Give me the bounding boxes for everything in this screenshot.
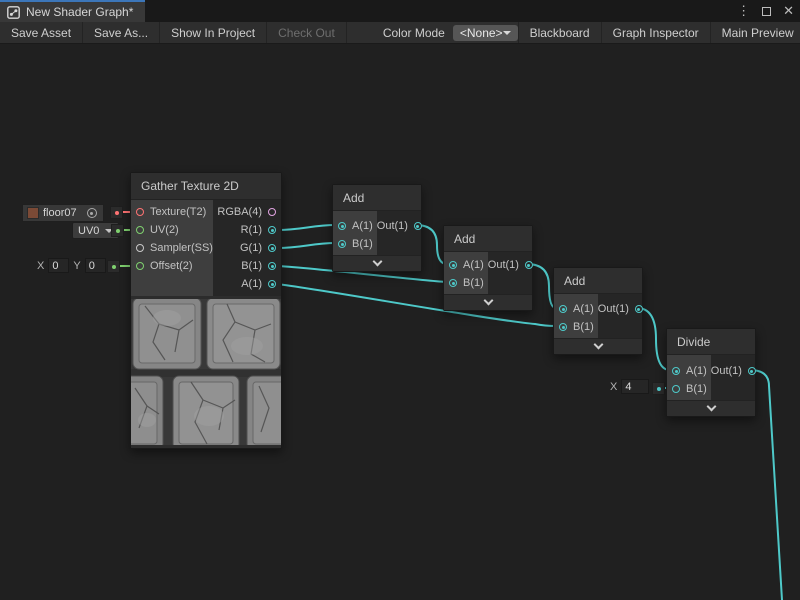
port-b-input[interactable] (559, 323, 567, 331)
port-g-output[interactable] (268, 244, 276, 252)
divisor-field[interactable]: 4 (621, 379, 649, 394)
uv-connector[interactable] (111, 224, 124, 237)
main-preview-button[interactable]: Main Preview (710, 22, 800, 43)
tab-title: New Shader Graph* (26, 5, 133, 19)
node-title[interactable]: Gather Texture 2D (131, 173, 281, 200)
port-out-output[interactable] (414, 222, 422, 230)
port-a-input[interactable] (672, 367, 680, 375)
object-picker-icon[interactable] (87, 208, 97, 218)
color-mode-dropdown[interactable]: <None> (453, 25, 518, 41)
port-a-input[interactable] (559, 305, 567, 313)
chevron-down-icon (593, 340, 603, 350)
port-rgba-output[interactable] (268, 208, 276, 216)
offset-connector[interactable] (107, 260, 120, 273)
divisor-float-widget: X 4 (606, 379, 649, 394)
port-a-input[interactable] (338, 222, 346, 230)
check-out-button: Check Out (267, 22, 347, 43)
tab-shader-graph[interactable]: New Shader Graph* (0, 0, 145, 22)
edge-g-add1b[interactable] (277, 243, 336, 248)
port-b-output[interactable] (268, 262, 276, 270)
port-out-output[interactable] (525, 261, 533, 269)
close-icon[interactable]: ✕ (783, 3, 794, 19)
edge-r-add1a[interactable] (277, 225, 336, 230)
color-mode-value: <None> (460, 26, 503, 40)
port-out-output[interactable] (748, 367, 756, 375)
preview-toggle[interactable] (333, 255, 421, 271)
port-a-input[interactable] (449, 261, 457, 269)
offset-vector2-widget: X 0 Y 0 (33, 258, 106, 273)
shader-graph-canvas[interactable]: floor07 UV0 X 0 Y 0 X 4 Gather Texture 2… (0, 0, 800, 600)
divisor-connector[interactable] (652, 382, 665, 395)
port-uv-input[interactable] (136, 226, 144, 234)
port-a-output[interactable] (268, 280, 276, 288)
shader-graph-icon (7, 6, 20, 19)
divisor-x-label: X (610, 381, 617, 393)
maximize-icon[interactable] (762, 7, 771, 16)
offset-x-label: X (37, 260, 44, 272)
window-chrome: New Shader Graph* ⋮ ✕ Save Asset Save As… (0, 0, 800, 44)
tab-bar: New Shader Graph* ⋮ ✕ (0, 0, 800, 22)
node-gather-texture-2d[interactable]: Gather Texture 2D Texture(T2) UV(2) Samp… (130, 172, 282, 449)
port-texture-input[interactable] (136, 208, 144, 216)
uv-channel-value: UV0 (78, 225, 99, 237)
node-add-3[interactable]: Add A(1) B(1) Out(1) (553, 267, 643, 355)
port-r-output[interactable] (268, 226, 276, 234)
offset-x-field[interactable]: 0 (48, 258, 69, 273)
port-b-input[interactable] (672, 385, 680, 393)
graph-inspector-button[interactable]: Graph Inspector (601, 22, 710, 43)
chevron-down-icon (503, 31, 511, 35)
preview-toggle[interactable] (444, 294, 532, 310)
texture-connector[interactable] (110, 206, 123, 219)
node-title[interactable]: Add (444, 226, 532, 252)
port-b-input[interactable] (449, 279, 457, 287)
save-as-button[interactable]: Save As... (83, 22, 160, 43)
chevron-down-icon (372, 257, 382, 267)
texture-asset-widget[interactable]: floor07 (22, 204, 104, 222)
texture-thumbnail (27, 207, 39, 219)
node-title[interactable]: Add (554, 268, 642, 294)
toolbar: Save Asset Save As... Show In Project Ch… (0, 22, 800, 44)
texture-preview (131, 296, 281, 448)
texture-asset-name: floor07 (43, 207, 77, 219)
port-sampler-input[interactable] (136, 244, 144, 252)
chevron-down-icon (706, 402, 716, 412)
node-title[interactable]: Divide (667, 329, 755, 355)
save-asset-button[interactable]: Save Asset (0, 22, 83, 43)
blackboard-button[interactable]: Blackboard (518, 22, 601, 43)
chevron-down-icon (483, 296, 493, 306)
port-out-output[interactable] (635, 305, 643, 313)
more-options-icon[interactable]: ⋮ (737, 3, 750, 19)
offset-y-label: Y (73, 260, 80, 272)
node-add-1[interactable]: Add A(1) B(1) Out(1) (332, 184, 422, 272)
node-title[interactable]: Add (333, 185, 421, 211)
port-offset-input[interactable] (136, 262, 144, 270)
port-b-input[interactable] (338, 240, 346, 248)
preview-toggle[interactable] (667, 400, 755, 416)
node-add-2[interactable]: Add A(1) B(1) Out(1) (443, 225, 533, 311)
preview-toggle[interactable] (554, 338, 642, 354)
edge-layer (0, 0, 800, 600)
show-in-project-button[interactable]: Show In Project (160, 22, 267, 43)
node-divide[interactable]: Divide A(1) B(1) Out(1) (666, 328, 756, 417)
color-mode-label: Color Mode (375, 22, 453, 43)
offset-y-field[interactable]: 0 (85, 258, 106, 273)
